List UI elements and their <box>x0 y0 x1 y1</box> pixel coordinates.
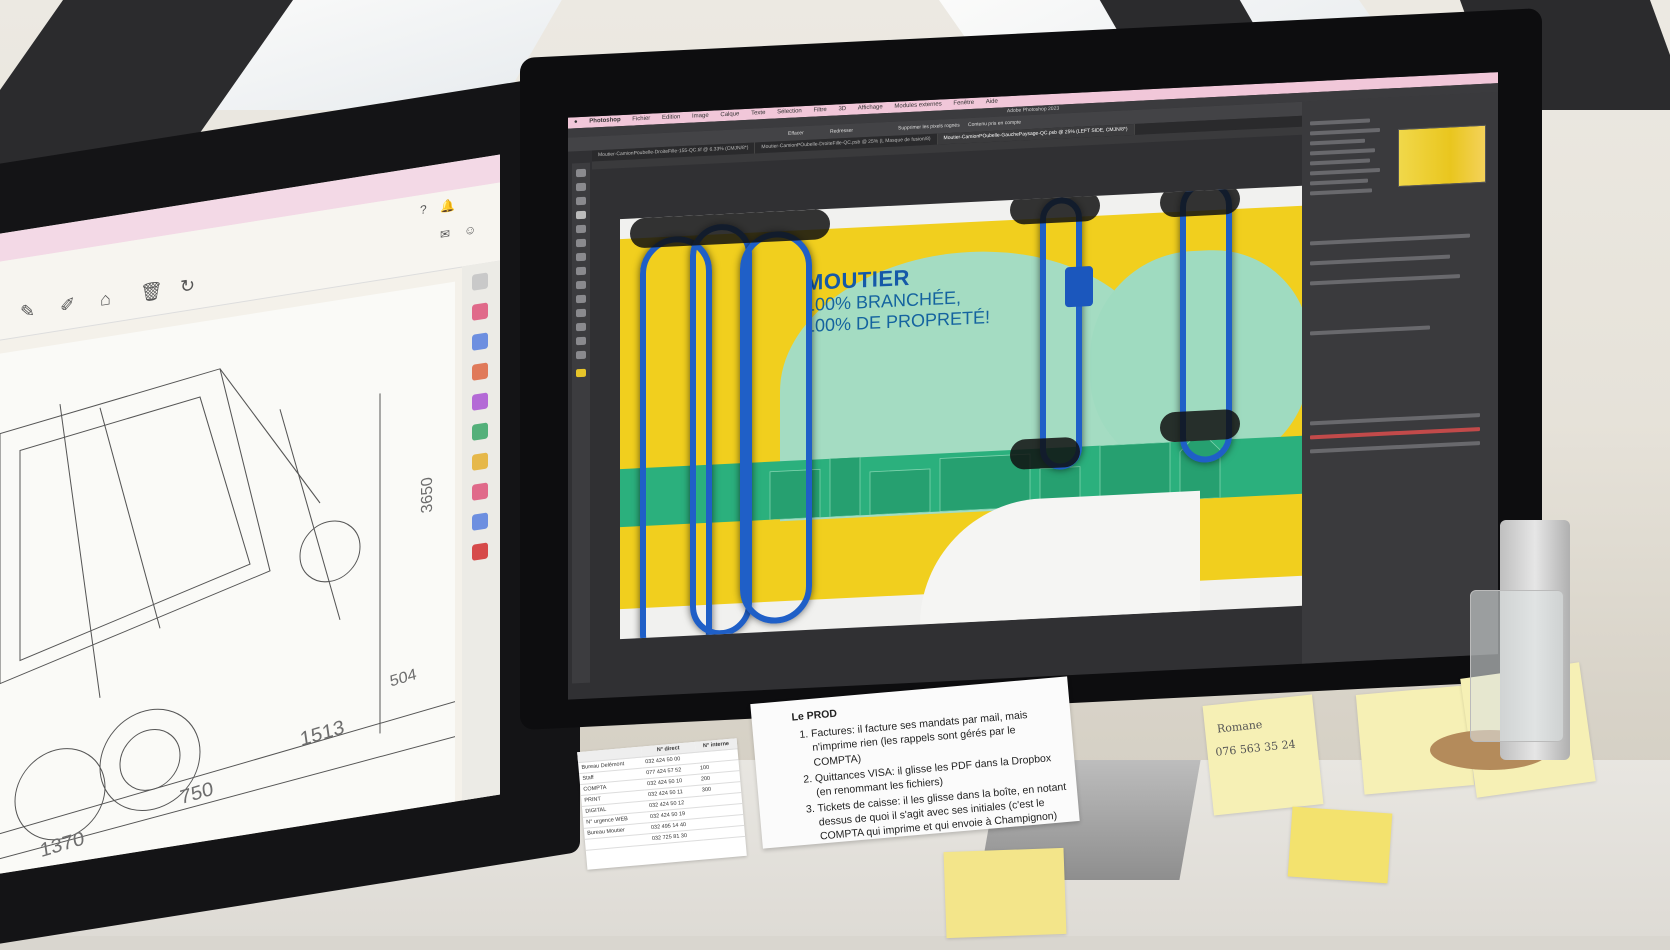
property-row <box>1310 325 1430 336</box>
stamp-icon[interactable]: ⌂ <box>100 288 111 311</box>
pdf-tools-sidebar <box>462 260 500 807</box>
history-row <box>1310 138 1365 146</box>
history-row <box>1310 127 1380 136</box>
black-tape <box>1160 183 1240 218</box>
marquee-tool-icon[interactable] <box>576 182 586 192</box>
brush-tool-icon[interactable] <box>576 238 586 248</box>
left-monitor: ✎ ✐ ⌂ 🗑 ↻ ? 🔔 ✉ ☺ 1370 750 1513 504 3650 <box>0 71 580 950</box>
pen-tool-icon[interactable] <box>576 294 586 304</box>
path-tool-icon[interactable] <box>576 322 586 332</box>
artwork-headline: MOUTIER 100% BRANCHÉE, 100% DE PROPRETÉ! <box>805 261 990 337</box>
black-tape <box>1010 190 1100 226</box>
layer-row[interactable] <box>1310 413 1480 426</box>
menu-item[interactable]: Image <box>692 111 709 123</box>
move-tool-icon[interactable] <box>576 168 586 178</box>
menu-item[interactable]: Texte <box>751 108 765 120</box>
cell <box>702 825 746 841</box>
apple-icon[interactable]: ● <box>574 117 578 128</box>
plug-icon <box>1065 265 1093 308</box>
canvas-artwork: MOUTIER 100% BRANCHÉE, 100% DE PROPRETÉ! <box>620 183 1340 640</box>
history-row <box>1310 118 1370 126</box>
prod-instructions-note: Le PROD Factures: il facture ses mandats… <box>750 676 1080 849</box>
technical-drawing: 1370 750 1513 504 3650 <box>0 281 456 874</box>
help-icon[interactable]: ? <box>420 202 427 217</box>
crop-tool-icon[interactable] <box>576 210 586 220</box>
history-row <box>1310 167 1380 176</box>
color-picker-gradient[interactable] <box>1398 124 1486 188</box>
tool-icon[interactable] <box>472 482 488 501</box>
truck-blueprint <box>0 368 456 860</box>
menu-item[interactable]: Filtre <box>813 105 826 117</box>
lasso-tool-icon[interactable] <box>576 196 586 206</box>
property-row <box>1310 274 1460 286</box>
stamp-tool-icon[interactable] <box>576 252 586 262</box>
tool-icon[interactable] <box>472 512 488 531</box>
layer-row[interactable] <box>1310 427 1480 440</box>
menu-item[interactable]: Aide <box>986 97 998 109</box>
dimension-label: 3650 <box>418 475 436 515</box>
history-row <box>1310 178 1368 186</box>
menu-item[interactable]: 3D <box>838 104 846 115</box>
layer-row[interactable] <box>1310 441 1480 454</box>
right-panels <box>1302 92 1498 664</box>
straighten-button[interactable]: Redresser <box>830 124 853 139</box>
hand-tool-icon[interactable] <box>576 336 586 346</box>
tool-icon[interactable] <box>472 302 488 321</box>
rotate-icon[interactable]: ↻ <box>180 275 195 298</box>
sticky-note <box>1287 806 1393 884</box>
tools-panel <box>572 162 590 684</box>
sticky-name: Romane <box>1216 717 1263 736</box>
photoshop-window: ● Photoshop Fichier Edition Image Calque… <box>568 72 1498 700</box>
phone-list-card: N° direct N° interne Bureau Delémont 032 … <box>577 738 747 870</box>
history-row <box>1310 188 1372 196</box>
foreground-color-swatch[interactable] <box>576 368 586 378</box>
highlight-icon[interactable]: ✐ <box>60 294 75 317</box>
pdf-viewer-window: ✎ ✐ ⌂ 🗑 ↻ ? 🔔 ✉ ☺ 1370 750 1513 504 3650 <box>0 154 500 874</box>
history-row <box>1310 148 1375 156</box>
history-row <box>1310 158 1370 166</box>
zoom-icon[interactable] <box>472 272 488 291</box>
tool-icon[interactable] <box>472 542 488 561</box>
tool-icon[interactable] <box>472 362 488 381</box>
tool-icon[interactable] <box>472 452 488 471</box>
tool-icon[interactable] <box>472 332 488 351</box>
tool-icon[interactable] <box>472 422 488 441</box>
black-tape <box>1010 436 1080 471</box>
zoom-tool-icon[interactable] <box>576 350 586 360</box>
phone-table: N° direct N° interne Bureau Delémont 032 … <box>577 738 746 851</box>
property-row <box>1310 233 1470 246</box>
drinking-glass <box>1470 590 1564 742</box>
tool-icon[interactable] <box>472 392 488 411</box>
sticky-note-romane: Romane 076 563 35 24 <box>1202 694 1324 816</box>
clear-button[interactable]: Effacer <box>788 126 804 141</box>
pencil-icon[interactable]: ✎ <box>20 300 35 323</box>
trash-icon[interactable]: 🗑 <box>140 280 163 305</box>
eyedropper-tool-icon[interactable] <box>576 224 586 234</box>
mail-icon[interactable]: ✉ <box>440 226 450 242</box>
imac-monitor: ● Photoshop Fichier Edition Image Calque… <box>520 8 1542 730</box>
black-tape <box>1160 408 1240 443</box>
sticky-note <box>943 847 1067 939</box>
type-tool-icon[interactable] <box>576 308 586 318</box>
eraser-tool-icon[interactable] <box>576 266 586 276</box>
user-icon[interactable]: ☺ <box>464 222 476 238</box>
property-row <box>1310 254 1450 266</box>
blue-cable <box>740 229 812 626</box>
gradient-tool-icon[interactable] <box>576 280 586 290</box>
sticky-phone: 076 563 35 24 <box>1214 737 1297 759</box>
blue-cable <box>1040 196 1082 471</box>
bell-icon[interactable]: 🔔 <box>440 198 455 214</box>
